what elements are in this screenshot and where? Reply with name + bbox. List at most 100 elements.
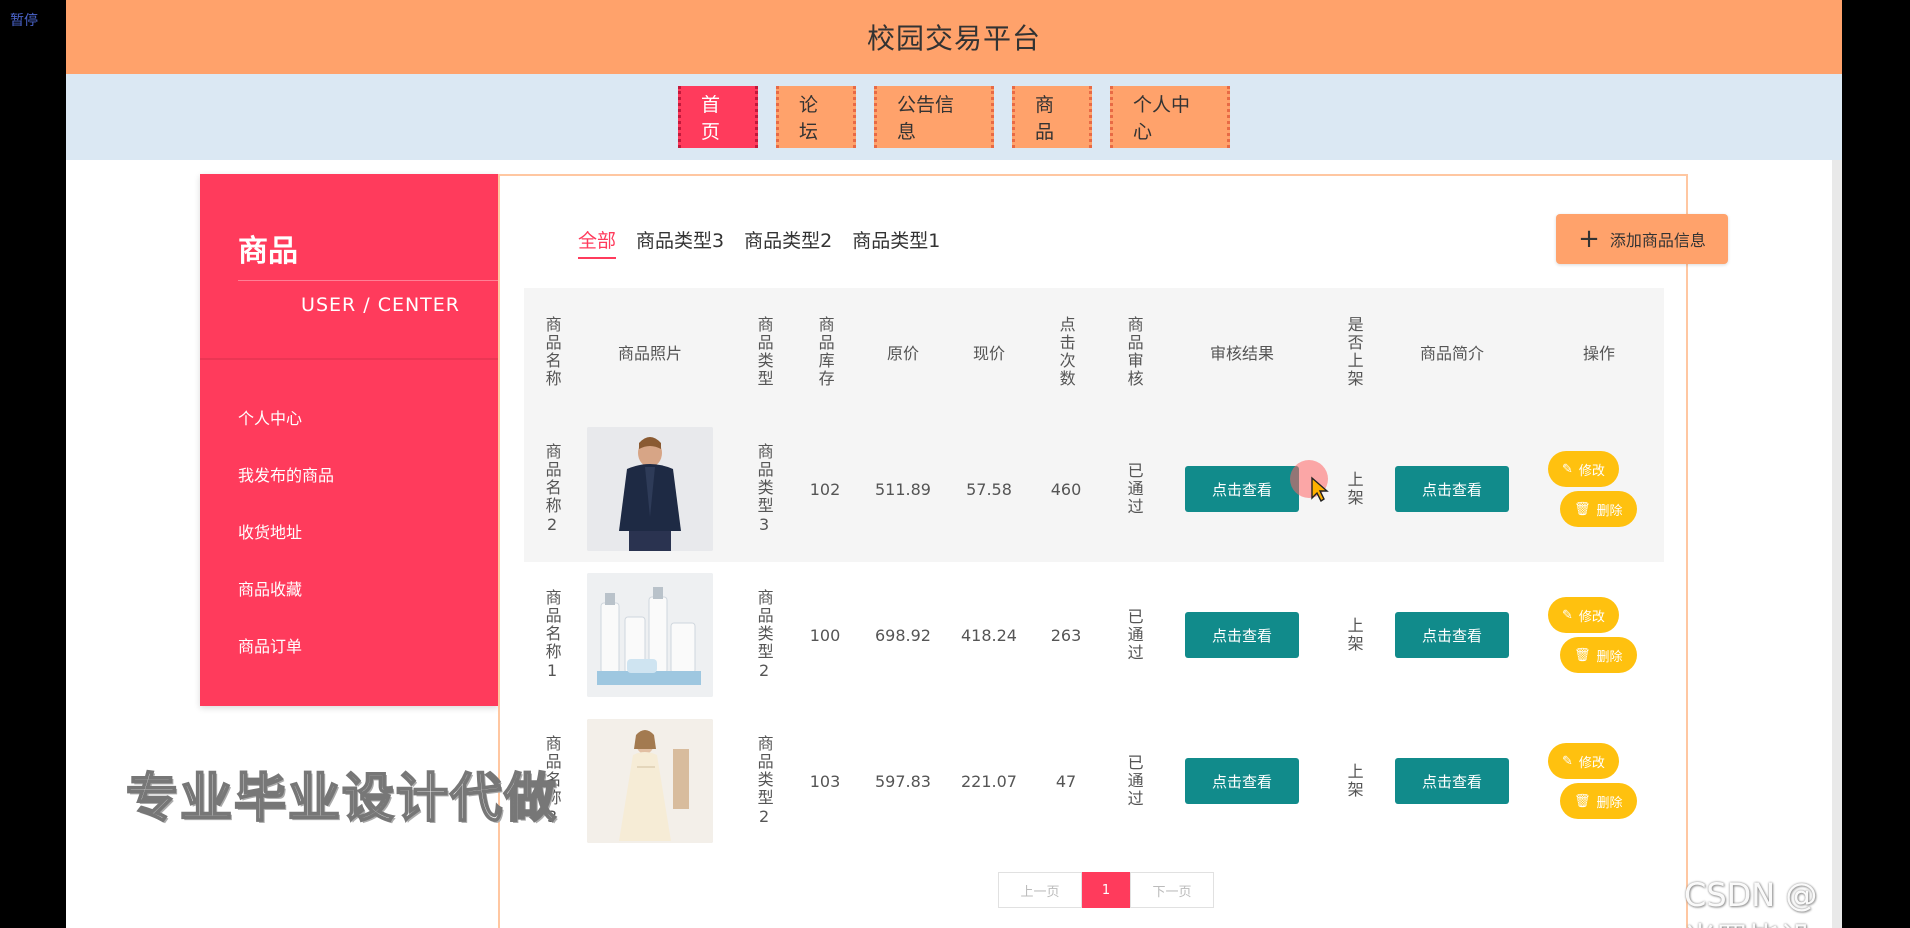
watermark-text-left: 专业毕业设计代做 [125, 768, 559, 830]
current-page-button[interactable]: 1 [1082, 872, 1130, 908]
site-header: 校园交易平台 [66, 0, 1842, 74]
tab-type1[interactable]: 商品类型1 [852, 226, 940, 259]
table-row: 商品名称2 商品类型3 102 511.89 57.58 460 已通过 点击查… [524, 416, 1664, 562]
sidebar-item-favorites[interactable]: 商品收藏 [200, 559, 498, 616]
th-description: 商品简介 [1419, 344, 1484, 363]
cell-actions: ✎ 修改 🗑 删除 [1534, 708, 1664, 854]
product-photo-jacket[interactable] [587, 427, 713, 551]
cell-stock: 103 [809, 771, 841, 791]
view-description-button[interactable]: 点击查看 [1395, 612, 1509, 658]
category-tabs: 全部 商品类型3 商品类型2 商品类型1 [578, 226, 940, 259]
cell-price: 418.24 [961, 625, 1017, 645]
edit-button[interactable]: ✎ 修改 [1548, 451, 1619, 487]
table-row: 商品名称1 商品类型2 100 698.92 418.24 263 已通过 点击… [524, 562, 1664, 708]
sidebar-subtitle: USER / CENTER [301, 294, 460, 316]
tab-type2[interactable]: 商品类型2 [744, 226, 832, 259]
cursor-arrow-icon [1311, 476, 1329, 502]
browser-page: 校园交易平台 首页 论坛 公告信息 商品 个人中心 商品 USER / CENT… [66, 0, 1842, 928]
site-title: 校园交易平台 [866, 22, 1041, 55]
cell-review: 已通过 [1124, 462, 1144, 516]
view-review-button[interactable]: 点击查看 [1185, 612, 1299, 658]
tab-type3[interactable]: 商品类型3 [636, 226, 724, 259]
delete-button[interactable]: 🗑 删除 [1560, 491, 1637, 527]
product-photo-cosmetics[interactable] [587, 573, 713, 697]
cell-stock: 102 [809, 479, 841, 499]
pagination: 上一页 1 下一页 [998, 872, 1214, 908]
next-page-button[interactable]: 下一页 [1130, 872, 1214, 908]
content-panel: 全部 商品类型3 商品类型2 商品类型1 + 添加商品信息 商品名称 商品照片 … [498, 174, 1728, 928]
cell-on-shelf: 上架 [1344, 617, 1364, 653]
th-on-shelf: 是否上架 [1344, 316, 1364, 388]
sidebar-item-my-products[interactable]: 我发布的商品 [200, 445, 498, 502]
th-actions: 操作 [1582, 344, 1615, 363]
th-stock: 商品库存 [815, 316, 835, 388]
product-table: 商品名称 商品照片 商品类型 商品库存 原价 现价 点击次数 商品审核 审核结果… [524, 288, 1664, 854]
cell-photo [580, 416, 720, 562]
cell-price: 221.07 [961, 771, 1017, 791]
sidebar-item-address[interactable]: 收货地址 [200, 502, 498, 559]
th-name: 商品名称 [542, 316, 562, 388]
nav-home[interactable]: 首页 [678, 86, 758, 148]
cell-actions: ✎ 修改 🗑 删除 [1534, 416, 1664, 562]
plus-icon: + [1578, 224, 1600, 254]
view-description-button[interactable]: 点击查看 [1395, 466, 1509, 512]
cell-orig-price: 597.83 [875, 771, 931, 791]
nav-announcements[interactable]: 公告信息 [874, 86, 994, 148]
th-review: 商品审核 [1124, 316, 1144, 388]
cell-photo [580, 562, 720, 708]
sidebar-item-orders[interactable]: 商品订单 [200, 616, 498, 673]
nav-products[interactable]: 商品 [1012, 86, 1092, 148]
pencil-icon: ✎ [1562, 607, 1573, 623]
cell-name: 商品名称2 [542, 442, 562, 536]
cell-type: 商品类型2 [754, 588, 774, 682]
cell-clicks: 460 [1050, 479, 1082, 499]
scrollbar[interactable] [1832, 160, 1842, 928]
delete-button[interactable]: 🗑 删除 [1560, 783, 1637, 819]
cell-type: 商品类型2 [754, 734, 774, 828]
cell-on-shelf: 上架 [1344, 471, 1364, 507]
cell-photo [580, 708, 720, 854]
sidebar-menu: 个人中心 我发布的商品 收货地址 商品收藏 商品订单 [200, 388, 498, 673]
sidebar-separator [200, 358, 498, 360]
view-review-button[interactable]: 点击查看 [1185, 466, 1299, 512]
nav-user-center[interactable]: 个人中心 [1110, 86, 1230, 148]
sidebar: 商品 USER / CENTER 个人中心 我发布的商品 收货地址 商品收藏 商… [200, 174, 500, 706]
product-photo-dress[interactable] [587, 719, 713, 843]
table-row: 商品名称3 商品类型2 103 597.83 221.07 47 已通过 点击查… [524, 708, 1664, 854]
th-orig-price: 原价 [886, 344, 919, 363]
add-product-button[interactable]: + 添加商品信息 [1556, 214, 1728, 264]
cell-review-result: 点击查看 [1172, 708, 1312, 854]
table-header: 商品名称 商品照片 商品类型 商品库存 原价 现价 点击次数 商品审核 审核结果… [524, 288, 1664, 416]
sidebar-divider [238, 280, 500, 281]
edit-button[interactable]: ✎ 修改 [1548, 597, 1619, 633]
cell-stock: 100 [809, 625, 841, 645]
cell-orig-price: 698.92 [875, 625, 931, 645]
sidebar-title: 商品 [238, 234, 298, 269]
pause-label[interactable]: 暂停 [10, 10, 38, 30]
prev-page-button[interactable]: 上一页 [998, 872, 1082, 908]
pencil-icon: ✎ [1562, 461, 1573, 477]
tab-all[interactable]: 全部 [578, 226, 617, 259]
th-review-result: 审核结果 [1209, 344, 1274, 363]
delete-button[interactable]: 🗑 删除 [1560, 637, 1637, 673]
cell-clicks: 47 [1055, 771, 1077, 791]
cell-description: 点击查看 [1382, 562, 1522, 708]
view-review-button[interactable]: 点击查看 [1185, 758, 1299, 804]
cell-review: 已通过 [1124, 608, 1144, 662]
add-product-label: 添加商品信息 [1609, 231, 1706, 250]
cell-type: 商品类型3 [754, 442, 774, 536]
main-nav: 首页 论坛 公告信息 商品 个人中心 [66, 74, 1842, 160]
cell-on-shelf: 上架 [1344, 763, 1364, 799]
cell-review: 已通过 [1124, 754, 1144, 808]
nav-forum[interactable]: 论坛 [776, 86, 856, 148]
view-description-button[interactable]: 点击查看 [1395, 758, 1509, 804]
th-photo: 商品照片 [617, 344, 682, 363]
cell-price: 57.58 [966, 479, 1012, 499]
cell-review-result: 点击查看 [1172, 562, 1312, 708]
th-type: 商品类型 [754, 316, 774, 388]
trash-icon: 🗑 [1574, 793, 1591, 809]
cell-orig-price: 511.89 [875, 479, 931, 499]
edit-button[interactable]: ✎ 修改 [1548, 743, 1619, 779]
sidebar-item-user-center[interactable]: 个人中心 [200, 388, 498, 445]
th-clicks: 点击次数 [1056, 316, 1076, 388]
